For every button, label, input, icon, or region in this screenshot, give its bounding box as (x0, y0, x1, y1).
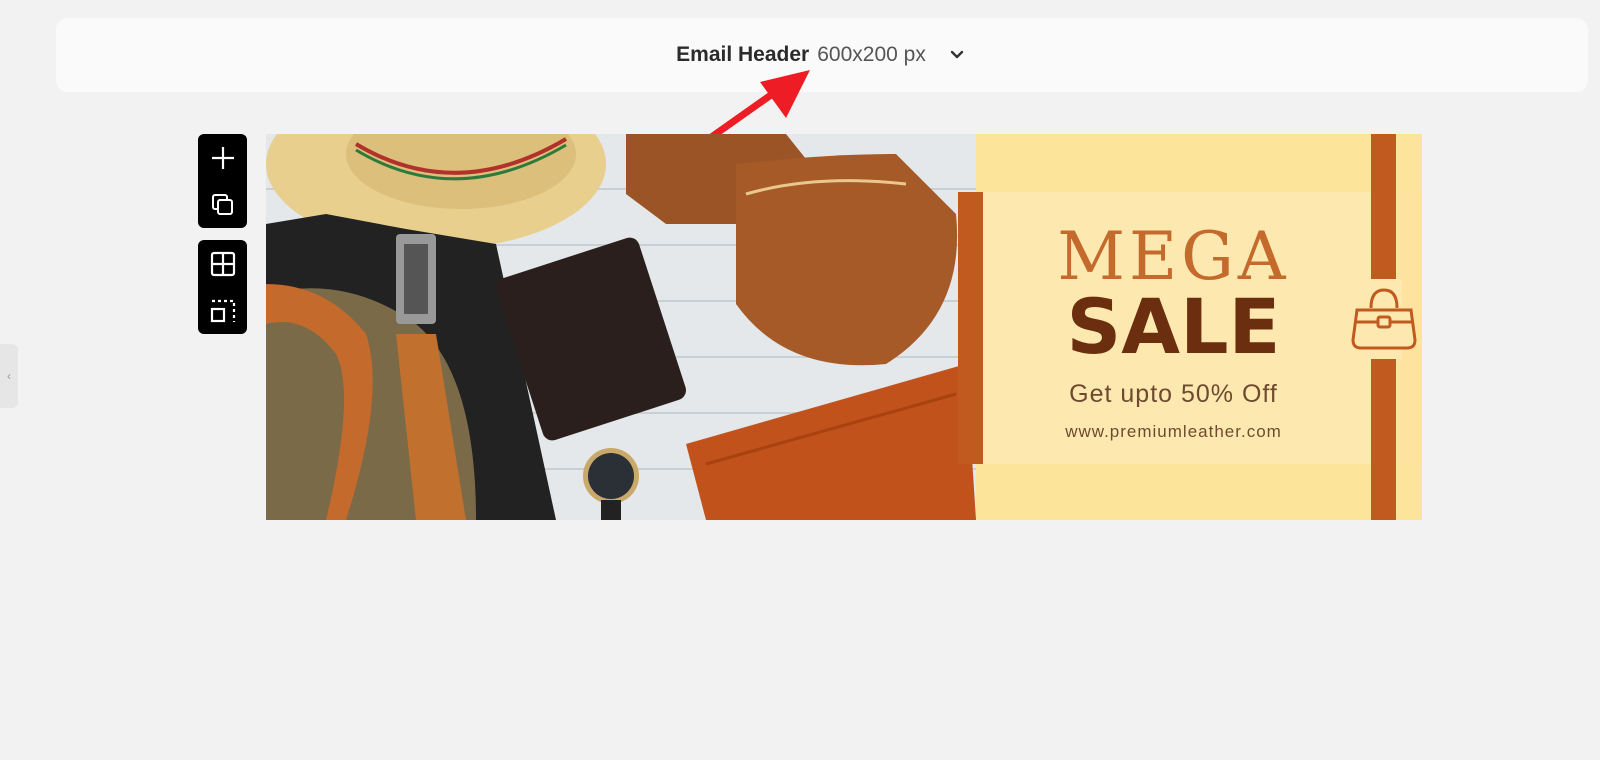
chevron-left-icon: ‹ (7, 369, 11, 383)
block-actions-toolbar (198, 134, 247, 228)
duplicate-icon[interactable] (211, 193, 235, 217)
grid-icon[interactable] (210, 251, 236, 277)
offer-text: Get upto 50% Off (1069, 380, 1278, 408)
layout-actions-toolbar (198, 240, 247, 334)
website-url: www.premiumleather.com (1065, 422, 1282, 441)
product-photo (266, 134, 976, 520)
banner-top-band (976, 134, 1422, 192)
plus-icon[interactable] (210, 145, 236, 171)
template-header-bar: Email Header 600x200 px (56, 18, 1588, 92)
template-selector[interactable]: Email Header 600x200 px (56, 18, 1588, 92)
select-area-icon[interactable] (210, 298, 236, 324)
email-header-canvas[interactable]: MEGA SALE Get upto 50% Off www.premiumle… (266, 134, 1422, 520)
sale-banner: MEGA SALE Get upto 50% Off www.premiumle… (958, 134, 1422, 520)
chevron-down-icon[interactable] (946, 44, 968, 66)
banner-bottom-band (976, 464, 1422, 520)
sidebar-collapse-handle[interactable]: ‹ (0, 344, 18, 408)
template-size: 600x200 px (817, 43, 926, 66)
headline-sale: SALE (1066, 282, 1281, 371)
